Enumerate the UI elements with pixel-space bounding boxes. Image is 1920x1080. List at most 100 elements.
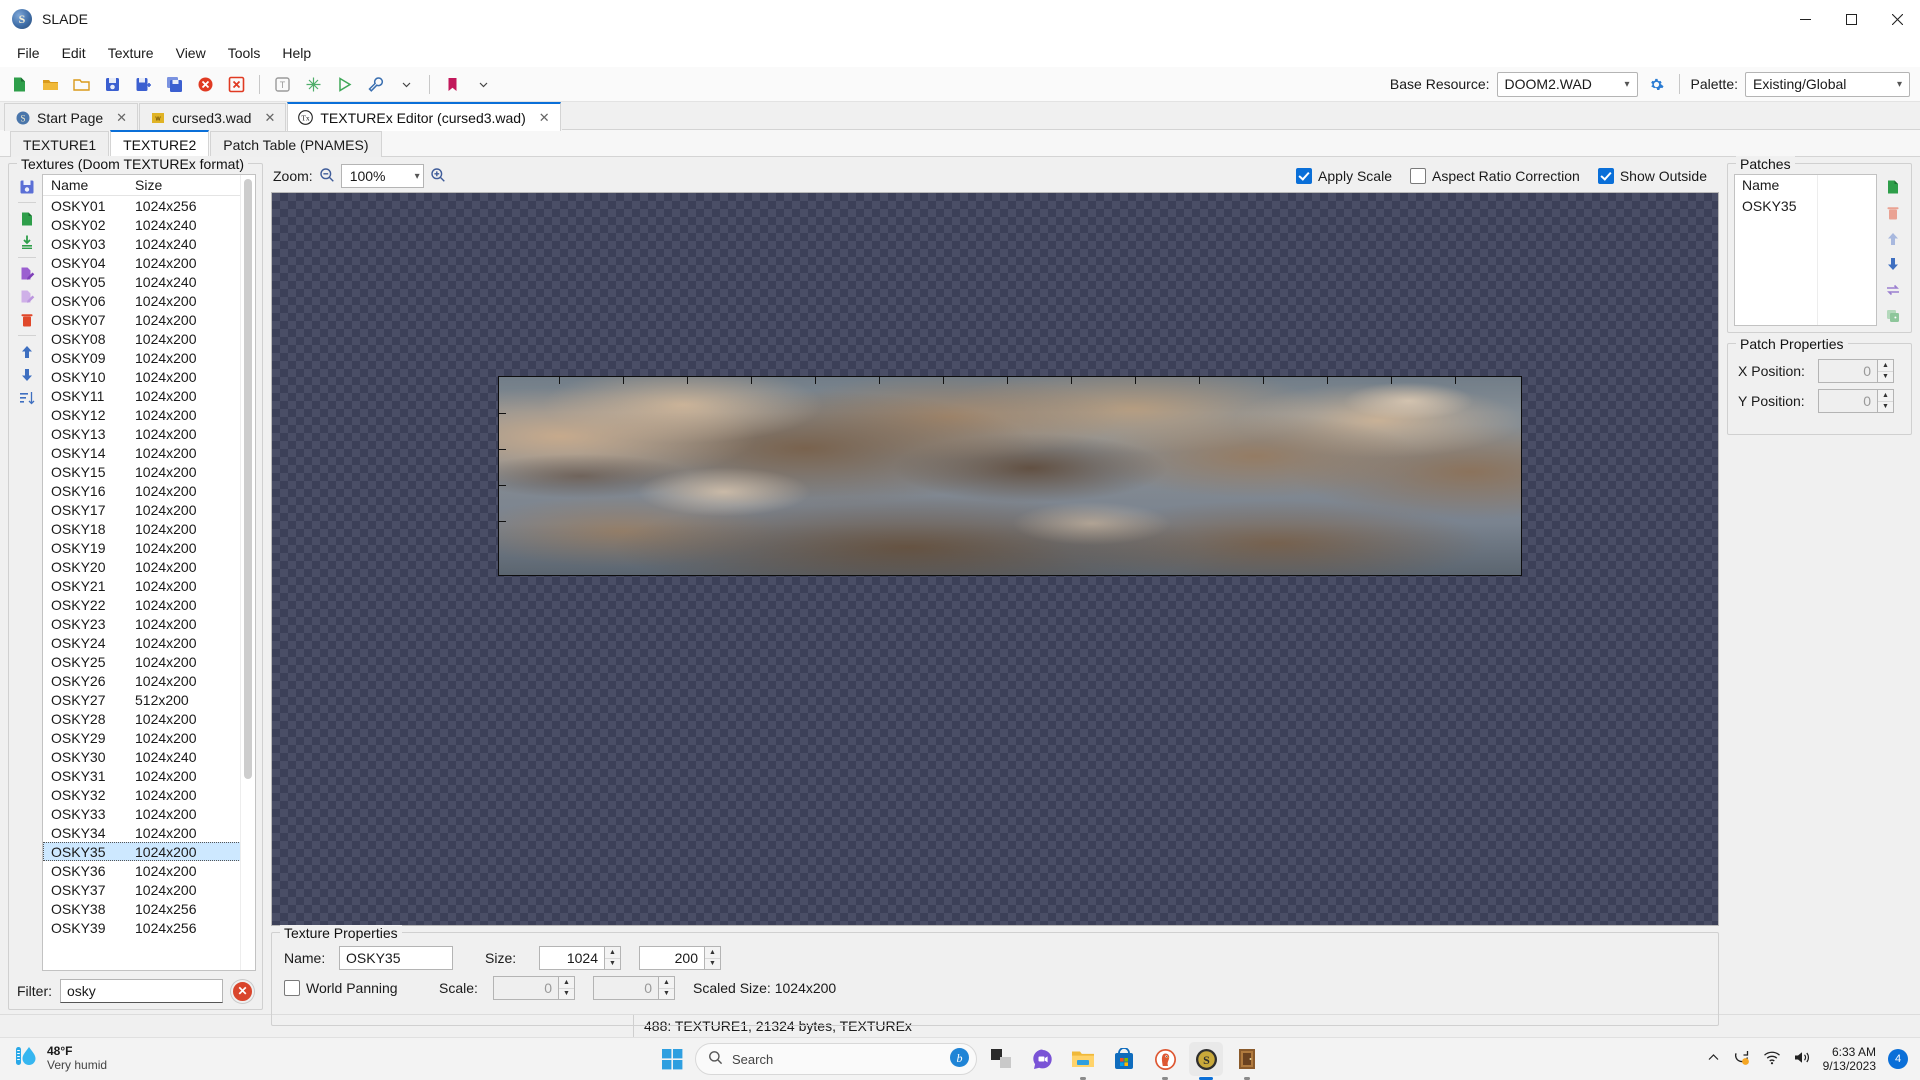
table-row[interactable]: OSKY22 1024x200 [43, 595, 255, 614]
patch-up-icon[interactable] [1882, 228, 1904, 249]
apply-scale-checkbox[interactable]: Apply Scale [1296, 168, 1392, 184]
aspect-ratio-correction-checkbox[interactable]: Aspect Ratio Correction [1409, 168, 1580, 184]
filter-input[interactable]: osky [60, 979, 223, 1003]
stepper-down-icon[interactable]: ▼ [605, 957, 620, 970]
table-row[interactable]: OSKY18 1024x200 [43, 519, 255, 538]
replace-patch-icon[interactable] [1882, 280, 1904, 301]
stepper-buttons[interactable]: ▲ ▼ [1877, 359, 1894, 383]
list-item[interactable]: OSKY35 [1735, 196, 1876, 215]
table-row[interactable]: OSKY02 1024x240 [43, 215, 255, 234]
new-icon[interactable] [7, 72, 32, 97]
texture-height-stepper[interactable]: 200 ▲ ▼ [639, 946, 721, 970]
maximize-button[interactable] [1828, 0, 1874, 38]
table-row[interactable]: OSKY39 1024x256 [43, 918, 255, 937]
save-as-icon[interactable] [131, 72, 156, 97]
table-row[interactable]: OSKY32 1024x200 [43, 785, 255, 804]
table-row[interactable]: OSKY13 1024x200 [43, 424, 255, 443]
world-panning-checkbox[interactable]: World Panning [284, 980, 439, 996]
table-row[interactable]: OSKY15 1024x200 [43, 462, 255, 481]
patch-list[interactable]: Name OSKY35 [1734, 174, 1877, 326]
tab-texture1[interactable]: TEXTURE1 [10, 131, 110, 157]
table-row[interactable]: OSKY35 1024x200 [43, 842, 255, 861]
table-row[interactable]: OSKY24 1024x200 [43, 633, 255, 652]
bookmarks-dropdown-icon[interactable] [471, 72, 496, 97]
texture-list[interactable]: Name Size OSKY01 1024x256 OSKY02 1024x240 OS… [42, 174, 256, 971]
scale-x-stepper[interactable]: 0 ▲ ▼ [493, 976, 575, 1000]
table-row[interactable]: OSKY30 1024x240 [43, 747, 255, 766]
table-row[interactable]: OSKY03 1024x240 [43, 234, 255, 253]
open-icon[interactable] [38, 72, 63, 97]
table-row[interactable]: OSKY28 1024x200 [43, 709, 255, 728]
stepper-up-icon[interactable]: ▲ [1878, 390, 1893, 401]
weather-widget[interactable]: 48°F Very humid [0, 1044, 107, 1073]
windows-update-icon[interactable] [1732, 1048, 1751, 1071]
table-row[interactable]: OSKY12 1024x200 [43, 405, 255, 424]
zoom-out-icon[interactable] [319, 167, 335, 186]
windows-start-icon[interactable] [656, 1043, 688, 1075]
table-row[interactable]: OSKY01 1024x256 [43, 196, 255, 215]
column-header-size[interactable]: Size [131, 177, 255, 193]
show-outside-checkbox[interactable]: Show Outside [1597, 168, 1707, 184]
new-texture-icon[interactable] [16, 208, 38, 229]
wifi-icon[interactable] [1763, 1050, 1781, 1069]
stepper-buttons[interactable]: ▲ ▼ [1877, 389, 1894, 413]
table-row[interactable]: OSKY25 1024x200 [43, 652, 255, 671]
taskview-icon[interactable] [984, 1042, 1018, 1076]
texture-width-stepper[interactable]: 1024 ▲ ▼ [539, 946, 621, 970]
menu-edit[interactable]: Edit [51, 41, 97, 65]
table-row[interactable]: OSKY19 1024x200 [43, 538, 255, 557]
minimize-button[interactable] [1782, 0, 1828, 38]
move-down-icon[interactable] [16, 364, 38, 385]
table-row[interactable]: OSKY29 1024x200 [43, 728, 255, 747]
stepper-buttons[interactable]: ▲ ▼ [704, 946, 721, 970]
map-editor-icon[interactable] [301, 72, 326, 97]
base-resource-select[interactable]: DOOM2.WAD ▾ [1496, 71, 1638, 97]
table-row[interactable]: OSKY38 1024x256 [43, 899, 255, 918]
close-icon[interactable]: ✕ [539, 110, 550, 126]
delete-texture-icon[interactable] [16, 309, 38, 330]
save-icon[interactable] [100, 72, 125, 97]
close-icon[interactable]: ✕ [116, 110, 127, 126]
preferences-dropdown-icon[interactable] [394, 72, 419, 97]
save-all-icon[interactable] [162, 72, 187, 97]
table-row[interactable]: OSKY16 1024x200 [43, 481, 255, 500]
table-row[interactable]: OSKY23 1024x200 [43, 614, 255, 633]
notification-badge[interactable]: 4 [1888, 1049, 1908, 1069]
table-row[interactable]: OSKY09 1024x200 [43, 348, 255, 367]
file-explorer-icon[interactable] [1066, 1042, 1100, 1080]
bookmarks-icon[interactable] [440, 72, 465, 97]
texture-name-input[interactable]: OSKY35 [339, 946, 453, 970]
texture-preview-canvas[interactable] [271, 192, 1719, 926]
table-row[interactable]: OSKY04 1024x200 [43, 253, 255, 272]
close-all-icon[interactable] [224, 72, 249, 97]
table-row[interactable]: OSKY37 1024x200 [43, 880, 255, 899]
maps-icon[interactable]: T [270, 72, 295, 97]
stepper-up-icon[interactable]: ▲ [559, 977, 574, 988]
y-position-stepper[interactable]: 0 ▲ ▼ [1818, 389, 1894, 413]
zoom-select[interactable]: 100% ▾ [340, 164, 424, 188]
x-position-stepper[interactable]: 0 ▲ ▼ [1818, 359, 1894, 383]
column-header-name[interactable]: Name [43, 177, 131, 193]
close-icon[interactable]: ✕ [264, 110, 275, 126]
table-row[interactable]: OSKY11 1024x200 [43, 386, 255, 405]
stepper-up-icon[interactable]: ▲ [1878, 360, 1893, 371]
remove-patch-icon[interactable] [1882, 203, 1904, 224]
menu-view[interactable]: View [165, 41, 217, 65]
tab-cursed3-wad[interactable]: w cursed3.wad ✕ [139, 103, 287, 131]
menu-tools[interactable]: Tools [217, 41, 272, 65]
stepper-down-icon[interactable]: ▼ [705, 957, 720, 970]
stepper-up-icon[interactable]: ▲ [659, 977, 674, 988]
tab-start-page[interactable]: S Start Page ✕ [4, 103, 139, 131]
stepper-down-icon[interactable]: ▼ [659, 987, 674, 1000]
table-row[interactable]: OSKY27 512x200 [43, 690, 255, 709]
column-header-name[interactable]: Name [1735, 177, 1779, 193]
sort-icon[interactable] [16, 387, 38, 408]
scrollbar-thumb[interactable] [244, 179, 252, 779]
bing-copilot-icon[interactable]: b [949, 1047, 970, 1071]
microsoft-store-icon[interactable] [1107, 1042, 1141, 1076]
chevron-up-icon[interactable] [1707, 1051, 1720, 1068]
table-row[interactable]: OSKY21 1024x200 [43, 576, 255, 595]
table-row[interactable]: OSKY20 1024x200 [43, 557, 255, 576]
close-button[interactable] [1874, 0, 1920, 38]
gear-icon[interactable] [1645, 73, 1668, 96]
